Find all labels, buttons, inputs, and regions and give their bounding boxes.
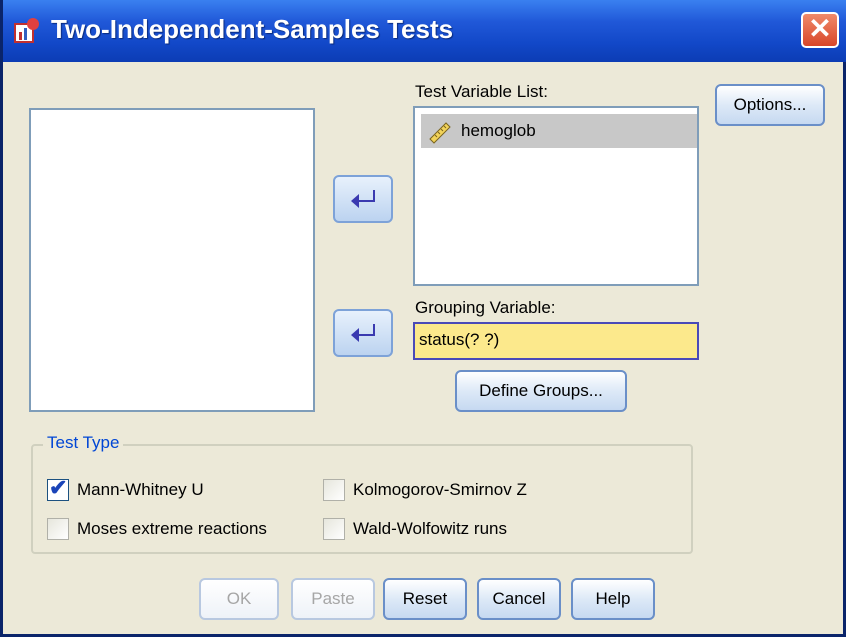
- arrow-left-icon: [351, 324, 375, 342]
- test-type-legend: Test Type: [43, 433, 124, 453]
- reset-button[interactable]: Reset: [383, 578, 467, 620]
- checkbox-box[interactable]: [323, 518, 345, 540]
- title-bar[interactable]: Two-Independent-Samples Tests ✕: [3, 0, 846, 62]
- checkmark-icon: ✔: [49, 475, 68, 500]
- moses-extreme-label: Moses extreme reactions: [77, 519, 267, 538]
- close-icon: ✕: [808, 13, 832, 44]
- test-variable-list-label: Test Variable List:: [415, 82, 548, 101]
- moses-extreme-checkbox[interactable]: Moses extreme reactions: [47, 518, 267, 540]
- mann-whitney-label: Mann-Whitney U: [77, 480, 204, 499]
- wald-wolfowitz-checkbox[interactable]: Wald-Wolfowitz runs: [323, 518, 507, 540]
- kolmogorov-smirnov-checkbox[interactable]: Kolmogorov-Smirnov Z: [323, 479, 527, 501]
- paste-button[interactable]: Paste: [291, 578, 375, 620]
- define-groups-button[interactable]: Define Groups...: [455, 370, 627, 412]
- checkbox-box[interactable]: [323, 479, 345, 501]
- grouping-variable-label: Grouping Variable:: [415, 298, 556, 317]
- grouping-variable-field[interactable]: status(? ?): [413, 322, 699, 360]
- scale-ruler-icon: [429, 122, 451, 144]
- cancel-button-label: Cancel: [492, 589, 546, 608]
- checkbox-box[interactable]: [47, 518, 69, 540]
- source-variable-list[interactable]: [29, 108, 315, 412]
- define-groups-button-label: Define Groups...: [479, 381, 603, 400]
- mann-whitney-checkbox[interactable]: ✔ Mann-Whitney U: [47, 475, 204, 501]
- move-grouping-variable-button[interactable]: [333, 309, 393, 357]
- test-variable-name: hemoglob: [461, 121, 536, 140]
- test-variable-list[interactable]: hemoglob: [413, 106, 699, 286]
- ok-button-label: OK: [226, 589, 252, 608]
- cancel-button[interactable]: Cancel: [477, 578, 561, 620]
- kolmogorov-smirnov-label: Kolmogorov-Smirnov Z: [353, 480, 527, 499]
- help-button-label: Help: [595, 589, 631, 608]
- window-title: Two-Independent-Samples Tests: [51, 14, 454, 44]
- close-button[interactable]: ✕: [801, 12, 839, 48]
- move-test-variable-button[interactable]: [333, 175, 393, 223]
- wald-wolfowitz-label: Wald-Wolfowitz runs: [353, 519, 507, 538]
- options-button-label: Options...: [733, 95, 807, 114]
- ok-button[interactable]: OK: [199, 578, 279, 620]
- dialog-window: Two-Independent-Samples Tests ✕ Test Var…: [0, 0, 846, 637]
- help-button[interactable]: Help: [571, 578, 655, 620]
- list-item[interactable]: hemoglob: [421, 114, 697, 148]
- options-button[interactable]: Options...: [715, 84, 825, 126]
- arrow-left-icon: [351, 190, 375, 208]
- paste-button-label: Paste: [311, 589, 355, 608]
- reset-button-label: Reset: [402, 589, 448, 608]
- spss-app-icon: [14, 18, 39, 43]
- checkbox-box[interactable]: ✔: [47, 475, 69, 501]
